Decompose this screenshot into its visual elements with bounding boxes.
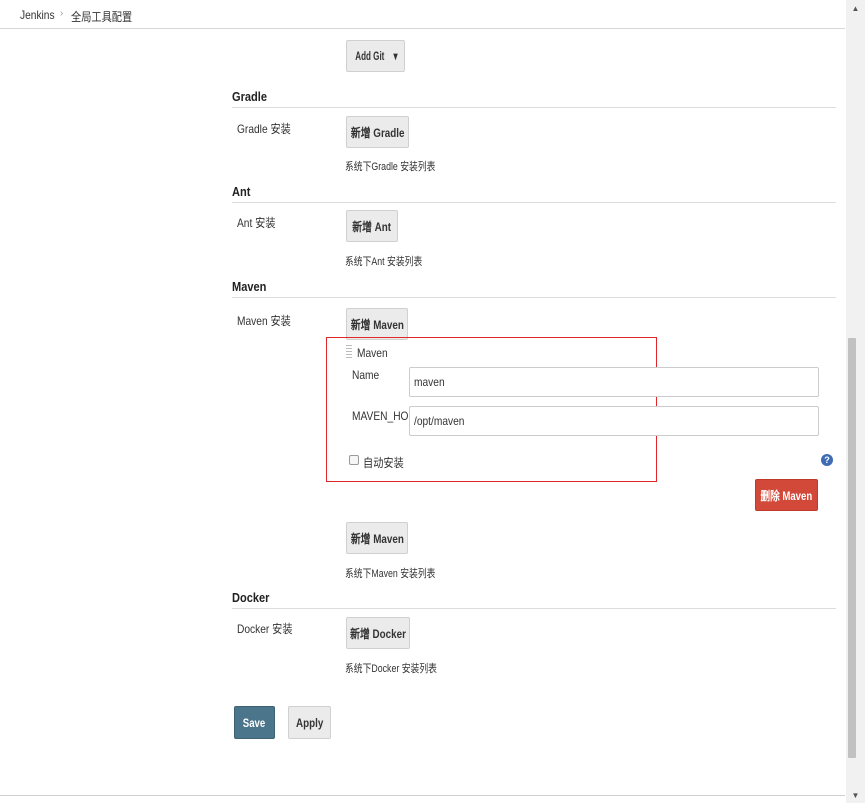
save-button[interactable]: Save	[234, 706, 275, 739]
section-divider	[232, 202, 836, 203]
scroll-up-icon[interactable]: ▲	[846, 0, 865, 16]
auto-install-label[interactable]: 自动安装	[363, 454, 404, 471]
add-ant-button[interactable]: 新增 Ant	[346, 210, 398, 242]
ant-description: 系统下Ant 安装列表	[345, 256, 423, 268]
docker-install-label: Docker 安装	[237, 622, 293, 636]
dropdown-arrow-icon: ▾	[393, 49, 399, 63]
section-divider	[232, 608, 836, 609]
section-title-docker: Docker	[232, 590, 270, 605]
add-git-button[interactable]: Add Git ▾	[346, 40, 405, 72]
drag-handle-icon[interactable]	[346, 345, 352, 360]
section-divider	[232, 107, 836, 108]
breadcrumb: Jenkins › 全局工具配置	[0, 0, 845, 29]
add-maven-button-bottom[interactable]: 新增 Maven	[346, 522, 408, 554]
maven-name-label: Name	[352, 368, 380, 382]
maven-description: 系统下Maven 安装列表	[345, 568, 436, 580]
maven-install-label: Maven 安装	[237, 314, 291, 328]
gradle-install-label: Gradle 安装	[237, 122, 291, 136]
maven-name-input[interactable]: maven	[409, 367, 819, 397]
docker-description: 系统下Docker 安装列表	[345, 663, 437, 675]
scrollbar-thumb[interactable]	[848, 338, 856, 758]
breadcrumb-current[interactable]: 全局工具配置	[71, 8, 132, 25]
breadcrumb-separator: ›	[60, 8, 64, 19]
scroll-down-icon[interactable]: ▼	[846, 787, 865, 803]
add-docker-button[interactable]: 新增 Docker	[346, 617, 410, 649]
section-title-gradle: Gradle	[232, 89, 268, 104]
ant-install-label: Ant 安装	[237, 216, 276, 230]
add-maven-button-top[interactable]: 新增 Maven	[346, 308, 408, 340]
auto-install-checkbox[interactable]	[349, 455, 359, 465]
add-gradle-button[interactable]: 新增 Gradle	[346, 116, 409, 148]
delete-maven-button[interactable]: 删除 Maven	[755, 479, 818, 511]
help-icon[interactable]: ?	[821, 454, 833, 466]
maven-item-header: Maven	[357, 346, 388, 360]
breadcrumb-jenkins-link[interactable]: Jenkins	[20, 8, 55, 22]
maven-home-input[interactable]: /opt/maven	[409, 406, 819, 436]
page-bottom-divider	[0, 795, 845, 796]
section-title-maven: Maven	[232, 279, 267, 294]
section-title-ant: Ant	[232, 184, 251, 199]
apply-button[interactable]: Apply	[288, 706, 331, 739]
section-divider	[232, 297, 836, 298]
gradle-description: 系统下Gradle 安装列表	[345, 161, 436, 173]
